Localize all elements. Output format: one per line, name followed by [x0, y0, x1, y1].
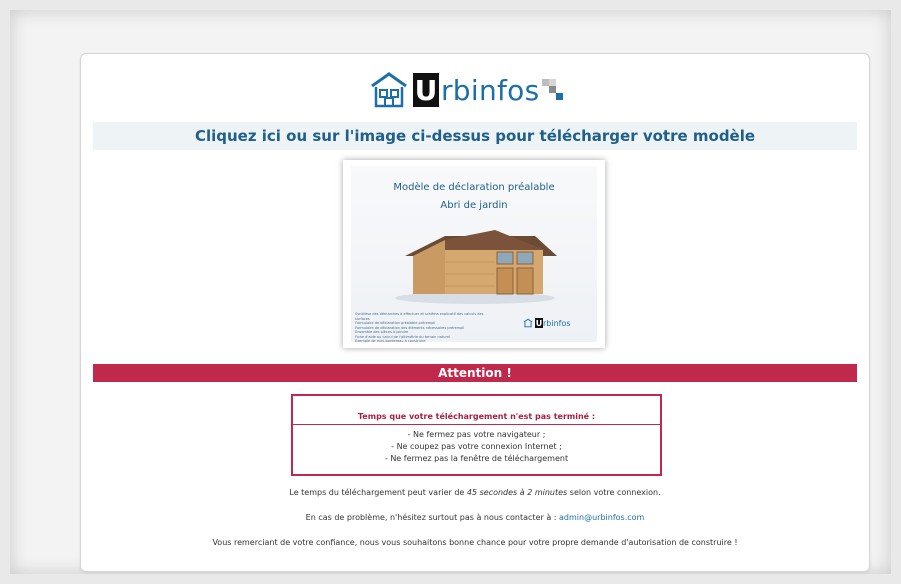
warning-item: - Ne fermez pas votre navigateur ; — [407, 430, 546, 439]
preview-page: Modèle de déclaration préalable Abri de … — [351, 166, 597, 344]
attention-banner: Attention ! — [93, 364, 857, 382]
urbinfos-logo[interactable]: U rbinfos — [368, 66, 588, 114]
preview-subtitle: Abri de jardin — [440, 200, 508, 211]
preview-logo-text: rbinfos — [543, 318, 571, 328]
warning-box: Temps que votre téléchargement n'est pas… — [291, 394, 662, 476]
contact-note: En cas de problème, n'hésitez surtout pa… — [81, 513, 869, 522]
time-note-after: selon votre connexion. — [567, 488, 661, 497]
warning-title: Temps que votre téléchargement n'est pas… — [357, 412, 596, 421]
contact-note-text: En cas de problème, n'hésitez surtout pa… — [305, 513, 560, 522]
house-logo-icon — [371, 72, 407, 108]
preview-logo: U rbinfos — [523, 318, 571, 328]
download-card: U rbinfos Cliquez ici ou sur l'image ci-… — [80, 53, 870, 572]
house-logo-icon — [523, 318, 533, 328]
download-headline-link[interactable]: Cliquez ici ou sur l'image ci-dessus pou… — [93, 122, 857, 150]
model-preview-image[interactable]: Modèle de déclaration préalable Abri de … — [343, 160, 605, 348]
logo-letter-u: U — [413, 73, 439, 107]
time-note-range: 45 secondes à 2 minutes — [466, 488, 568, 497]
page-frame: U rbinfos Cliquez ici ou sur l'image ci-… — [10, 10, 891, 574]
preview-list-item: Synthèse des démarches à effectuer et sc… — [355, 312, 484, 321]
time-note-before: Le temps du téléchargement peut varier d… — [289, 488, 467, 497]
warning-item: - Ne fermez pas la fenêtre de télécharge… — [384, 454, 569, 463]
preview-title: Modèle de déclaration préalable — [393, 182, 555, 193]
preview-list-item: Exemple de mini-bordereau à construire — [355, 339, 426, 343]
contact-email-link[interactable]: admin@urbinfos.com — [559, 513, 644, 522]
warning-divider — [293, 424, 660, 425]
download-time-note: Le temps du téléchargement peut varier d… — [81, 488, 869, 497]
warning-item: - Ne coupez pas votre connexion Internet… — [391, 442, 562, 451]
thanks-note: Vous remerciant de votre confiance, nous… — [212, 538, 738, 547]
logo-text: rbinfos — [441, 73, 540, 107]
logo-pixels-icon — [541, 75, 564, 105]
preview-contents-list: Synthèse des démarches à effectuer et sc… — [355, 312, 495, 344]
preview-logo-u: U — [535, 318, 543, 328]
garden-shed-illustration — [395, 230, 557, 304]
